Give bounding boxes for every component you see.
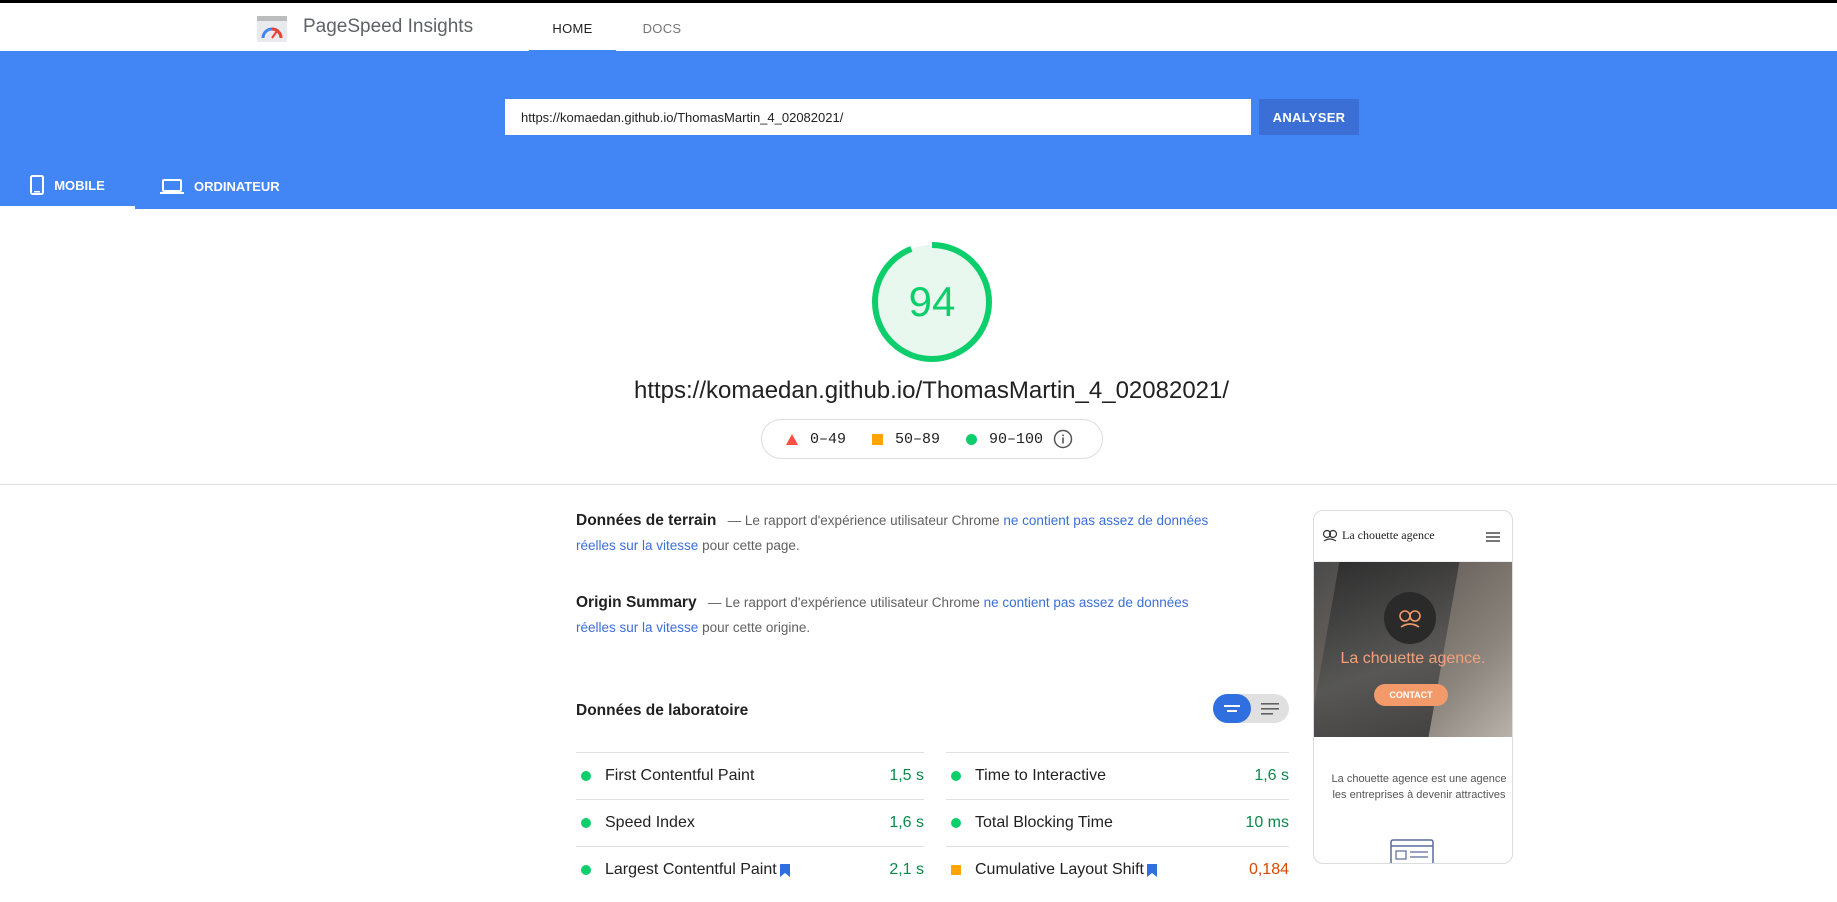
browser-window-icon <box>1390 839 1434 863</box>
good-status-icon <box>951 818 961 828</box>
page-screenshot-preview: La chouette agence La chouette agence. C… <box>1313 510 1513 864</box>
origin-summary-link-line1: ne contient pas assez de données <box>983 595 1189 610</box>
tab-mobile-label: MOBILE <box>54 177 105 193</box>
bookmark-icon[interactable] <box>779 863 790 877</box>
field-data-text: — Le rapport d'expérience utilisateur Ch… <box>727 513 1000 528</box>
triangle-icon <box>786 433 798 445</box>
metric-value: 1,6 s <box>1254 767 1289 784</box>
nav-tab-home[interactable]: HOME <box>529 6 616 52</box>
analyzed-url: https://komaedan.github.io/ThomasMartin_… <box>633 377 1230 404</box>
expanded-view-toggle[interactable] <box>1251 694 1289 723</box>
metric-name: Cumulative Layout Shift <box>975 861 1144 878</box>
metric-name: Largest Contentful Paint <box>605 861 777 878</box>
metric-row: First Contentful Paint 1,5 s <box>576 752 924 799</box>
field-data-link-line1: ne contient pas assez de données <box>1003 513 1209 528</box>
preview-text-line1: La chouette agence est une agence <box>1331 773 1507 785</box>
preview-hero: La chouette agence. CONTACT <box>1314 562 1512 737</box>
legend-range-average: 50–89 <box>895 430 941 448</box>
compact-list-icon <box>1224 704 1240 712</box>
preview-intro-text: La chouette agence est une agence les en… <box>1314 771 1512 803</box>
detailed-list-icon <box>1261 702 1279 715</box>
origin-summary-text-after: pour cette origine. <box>702 620 811 635</box>
app-title: PageSpeed Insights <box>303 16 474 37</box>
top-header: PageSpeed Insights HOME DOCS <box>0 3 1837 52</box>
laptop-icon <box>160 178 184 194</box>
lab-data-title: Données de laboratoire <box>576 702 749 719</box>
metric-row: Total Blocking Time 10 ms <box>946 799 1289 846</box>
metric-value: 1,6 s <box>889 814 924 831</box>
info-icon[interactable] <box>1053 429 1073 449</box>
legend-item-fail: 0–49 <box>786 431 846 448</box>
performance-score: 94 <box>908 278 956 325</box>
owl-logo-icon <box>1322 529 1338 542</box>
good-status-icon <box>581 818 591 828</box>
good-status-icon <box>581 771 591 781</box>
origin-summary-title: Origin Summary <box>576 594 697 611</box>
origin-summary-section: Origin Summary — Le rapport d'expérience… <box>576 590 1276 640</box>
good-status-icon <box>581 865 591 875</box>
analyze-button[interactable]: ANALYSER <box>1259 99 1359 135</box>
hamburger-menu-icon <box>1486 532 1500 544</box>
metric-name: First Contentful Paint <box>605 767 755 784</box>
nav-tab-docs[interactable]: DOCS <box>630 6 694 51</box>
good-status-icon <box>951 771 961 781</box>
legend-item-pass: 90–100 <box>966 431 1043 448</box>
metric-row: Time to Interactive 1,6 s <box>946 752 1289 799</box>
preview-brand: La chouette agence <box>1342 528 1435 542</box>
owl-face-icon <box>1399 610 1421 628</box>
smartphone-icon <box>30 175 45 195</box>
origin-summary-link-line2: réelles sur la vitesse <box>576 620 699 635</box>
field-data-text-after: pour cette page. <box>702 538 800 553</box>
tab-desktop[interactable]: ORDINATEUR <box>160 164 290 209</box>
tab-mobile[interactable]: MOBILE <box>0 164 135 209</box>
metric-row: Largest Contentful Paint 2,1 s <box>576 846 924 893</box>
field-data-section: Données de terrain — Le rapport d'expéri… <box>576 508 1276 558</box>
legend-item-average: 50–89 <box>872 431 940 448</box>
metric-name: Total Blocking Time <box>975 814 1113 831</box>
compact-view-toggle[interactable] <box>1213 694 1251 723</box>
preview-hero-title: La chouette agence. <box>1340 650 1486 667</box>
metric-row: Cumulative Layout Shift 0,184 <box>946 846 1289 893</box>
preview-contact-button: CONTACT <box>1374 684 1448 706</box>
bookmark-icon[interactable] <box>1146 863 1157 877</box>
field-data-link-line2: réelles sur la vitesse <box>576 538 699 553</box>
metric-value: 10 ms <box>1245 814 1289 831</box>
metric-value: 0,184 <box>1248 861 1289 878</box>
circle-icon <box>966 433 978 445</box>
legend-range-fail: 0–49 <box>810 430 847 448</box>
metrics-view-toggle[interactable] <box>1213 694 1289 723</box>
tab-desktop-label: ORDINATEUR <box>194 179 280 194</box>
section-divider <box>0 484 1837 485</box>
metric-value: 1,5 s <box>889 767 924 784</box>
owl-icon <box>1384 592 1436 644</box>
nav-tab-home-label: HOME <box>552 20 593 36</box>
field-data-title: Données de terrain <box>576 512 717 529</box>
metric-name: Time to Interactive <box>975 767 1107 784</box>
metric-row: Speed Index 1,6 s <box>576 799 924 846</box>
legend-range-pass: 90–100 <box>989 430 1044 448</box>
metric-value: 2,1 s <box>889 861 924 878</box>
metric-name: Speed Index <box>605 814 695 831</box>
origin-summary-text: — Le rapport d'expérience utilisateur Ch… <box>707 595 980 610</box>
average-status-icon <box>951 865 961 875</box>
url-input[interactable] <box>505 99 1251 135</box>
preview-text-line2: les entreprises à devenir attractives <box>1332 789 1506 801</box>
square-icon <box>872 433 884 445</box>
preview-header: La chouette agence <box>1314 511 1512 562</box>
pagespeed-logo-icon <box>257 16 287 42</box>
score-legend: 0–49 50–89 90–100 <box>761 419 1103 459</box>
nav-tab-docs-label: DOCS <box>642 21 682 36</box>
